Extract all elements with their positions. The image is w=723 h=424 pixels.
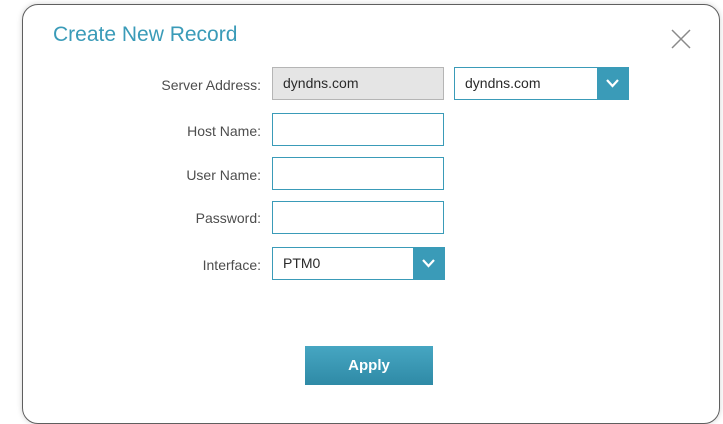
dialog-title: Create New Record <box>53 23 238 46</box>
host-name-input[interactable] <box>272 113 444 146</box>
server-address-field: dyndns.com <box>272 67 444 100</box>
apply-button[interactable]: Apply <box>305 346 433 385</box>
host-name-label: Host Name: <box>187 123 261 139</box>
user-name-input[interactable] <box>272 157 444 190</box>
chevron-down-icon[interactable] <box>597 68 628 99</box>
server-address-label: Server Address: <box>161 77 261 93</box>
interface-select-value: PTM0 <box>283 255 321 271</box>
create-record-dialog: Create New Record Server Address: dyndns… <box>22 4 720 424</box>
interface-label: Interface: <box>202 257 261 273</box>
chevron-down-icon[interactable] <box>413 248 444 279</box>
server-address-select-value: dyndns.com <box>465 75 541 91</box>
interface-select[interactable]: PTM0 <box>272 247 445 280</box>
user-name-label: User Name: <box>186 167 261 183</box>
server-address-select[interactable]: dyndns.com <box>454 67 629 100</box>
password-label: Password: <box>195 210 261 226</box>
close-icon[interactable] <box>670 28 692 50</box>
password-input[interactable] <box>272 201 444 234</box>
